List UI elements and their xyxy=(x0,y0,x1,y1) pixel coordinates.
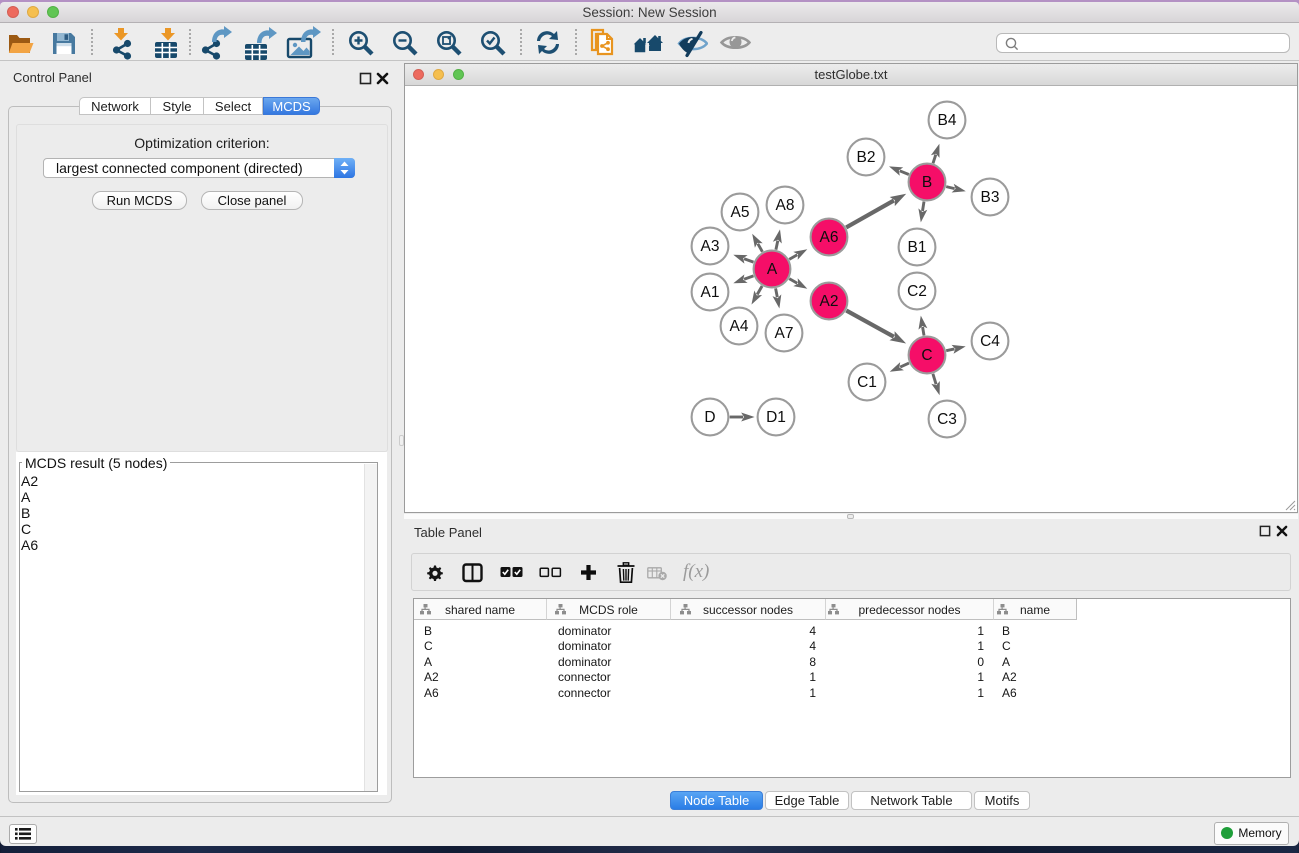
svg-text:B4: B4 xyxy=(938,112,957,129)
svg-text:B1: B1 xyxy=(908,239,927,256)
svg-text:A8: A8 xyxy=(776,197,795,214)
svg-text:B2: B2 xyxy=(857,149,876,166)
svg-text:A1: A1 xyxy=(701,284,720,301)
svg-text:D1: D1 xyxy=(766,409,786,426)
svg-text:B3: B3 xyxy=(981,189,1000,206)
svg-text:A3: A3 xyxy=(701,238,720,255)
svg-text:A5: A5 xyxy=(731,204,750,221)
svg-text:A4: A4 xyxy=(730,318,749,335)
svg-text:C3: C3 xyxy=(937,411,957,428)
svg-text:D: D xyxy=(704,409,715,426)
svg-text:C1: C1 xyxy=(857,374,877,391)
svg-text:A2: A2 xyxy=(820,293,839,310)
svg-text:C4: C4 xyxy=(980,333,1000,350)
svg-text:B: B xyxy=(922,174,932,191)
svg-text:A: A xyxy=(767,261,778,278)
svg-text:A6: A6 xyxy=(820,229,839,246)
svg-text:C2: C2 xyxy=(907,283,927,300)
svg-text:A7: A7 xyxy=(775,325,794,342)
svg-text:C: C xyxy=(921,347,932,364)
